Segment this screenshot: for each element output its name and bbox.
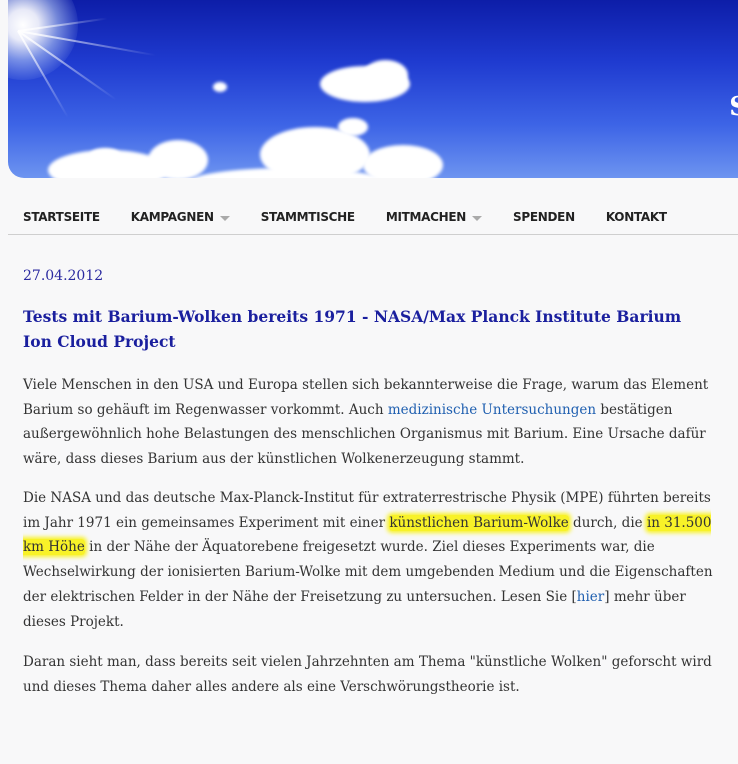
article-title[interactable]: Tests mit Barium-Wolken bereits 1971 - N… [23, 304, 703, 354]
nav-label: MITMACHEN [385, 210, 467, 224]
nav-label: STAMMTISCHE [260, 210, 355, 224]
text-span: durch, die [568, 514, 647, 531]
article-date: 27.04.2012 [23, 268, 104, 284]
nav-spenden[interactable]: SPENDEN [498, 210, 591, 224]
nav-startseite[interactable]: STARTSEITE [8, 210, 116, 224]
highlight-barium-wolke: künstlichen Barium-Wolke [389, 514, 569, 531]
chevron-down-icon [219, 216, 230, 221]
header-banner: S D [8, 0, 738, 178]
nav-label: KAMPAGNEN [130, 210, 214, 224]
nav-stammtische[interactable]: STAMMTISCHE [246, 210, 371, 224]
nav-label: STARTSEITE [23, 210, 100, 224]
cloud [213, 82, 227, 92]
nav-label: SPENDEN [513, 210, 575, 224]
nav-kontakt[interactable]: KONTAKT [591, 210, 683, 224]
link-hier[interactable]: hier [577, 589, 604, 605]
cloud [363, 145, 443, 178]
chevron-down-icon [472, 216, 483, 221]
cloud [338, 118, 368, 136]
article-paragraph-3: Daran sieht man, dass bereits seit viele… [23, 654, 712, 695]
nav-kampagnen[interactable]: KAMPAGNEN [116, 210, 246, 224]
banner-logo-text: S [729, 92, 738, 122]
article-paragraph-2: Die NASA und das deutsche Max-Planck-Ins… [23, 486, 723, 634]
cloud [90, 148, 120, 162]
main-navigation: STARTSEITE KAMPAGNEN STAMMTISCHE MITMACH… [8, 200, 738, 235]
link-medizinische-untersuchungen[interactable]: medizinische Untersuchungen [388, 402, 596, 418]
article-paragraph-1: Viele Menschen in den USA und Europa ste… [23, 373, 723, 472]
nav-label: KONTAKT [605, 210, 667, 224]
cloud [363, 60, 408, 90]
nav-mitmachen[interactable]: MITMACHEN [371, 210, 498, 224]
